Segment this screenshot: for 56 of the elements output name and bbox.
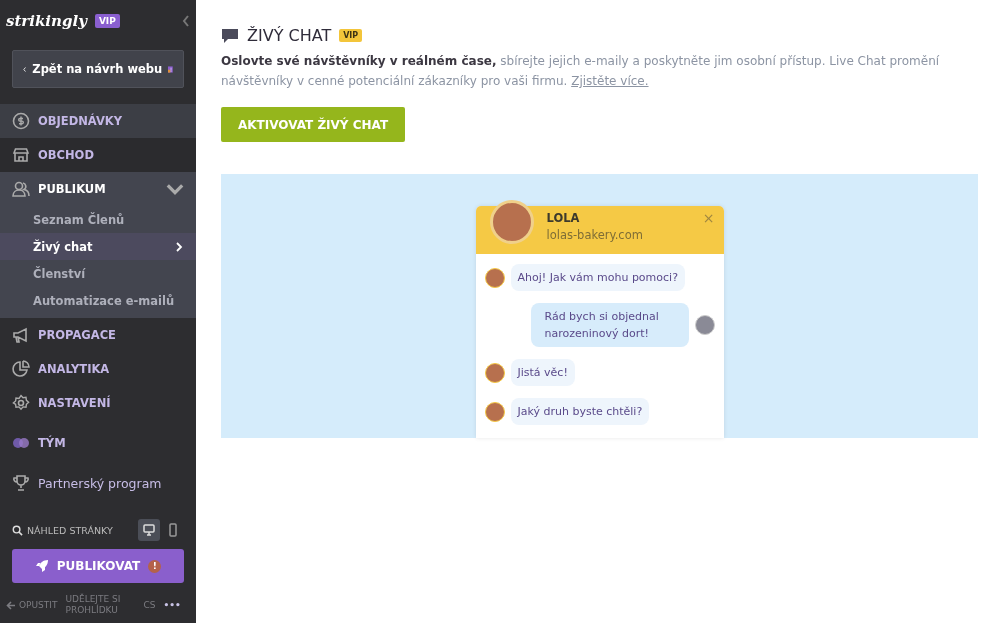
logo[interactable]: strikingly: [6, 12, 87, 30]
nav-item[interactable]: TÝM: [0, 426, 196, 460]
monitor-icon: [142, 523, 156, 537]
site-name: lolas-bakery.com: [546, 228, 643, 242]
nav-subitem[interactable]: Živý chat: [0, 233, 196, 260]
trophy-icon: [12, 474, 30, 492]
nav-item[interactable]: NASTAVENÍ: [0, 386, 196, 420]
avatar-circle: [489, 200, 534, 244]
phone-icon: [166, 523, 180, 537]
nav-item[interactable]: Partnerský program: [0, 466, 196, 500]
collapse-icon[interactable]: [182, 15, 190, 27]
nav-label: TÝM: [38, 436, 66, 450]
nav-subitem[interactable]: Členství: [0, 260, 196, 287]
vip-badge: VIP: [94, 14, 120, 28]
arrow-left-icon: [6, 600, 16, 610]
vip-badge: VIP: [339, 29, 363, 42]
agent-name: LOLA: [546, 211, 581, 225]
store-icon: [12, 146, 30, 164]
description: Oslovte své návštěvníky v reálném čase, sbírejte jejich e-maily a poskytněte jim osobní přístup. Live Chat promění návštěvníky v cenné potenciální zákazníky pro vaši firmu. Zjistěte více.: [221, 53, 941, 90]
page-title: ŽIVÝ CHAT: [247, 26, 332, 45]
nav-label: OBJEDNÁVKY: [38, 114, 123, 128]
megaphone-icon: [12, 326, 30, 344]
avatar-circle: [694, 315, 715, 335]
chat-message: Ahoj! Jak vám mohu pomoci?: [510, 264, 685, 291]
people-icon: [12, 180, 30, 198]
gear-icon: [12, 394, 30, 412]
warning-badge: !: [148, 559, 162, 573]
nav-item[interactable]: OBJEDNÁVKY: [0, 104, 196, 138]
publish-button[interactable]: PUBLIKOVAT !: [12, 549, 184, 583]
desktop-preview-button[interactable]: [138, 519, 160, 541]
nav-label: NASTAVENÍ: [38, 396, 111, 410]
pie-chart-icon: [12, 360, 30, 378]
nav-group[interactable]: PUBLIKUM: [0, 172, 196, 206]
avatar-circle: [484, 401, 505, 422]
nav-label: PROPAGACE: [38, 328, 116, 342]
chevron-icon: [174, 241, 184, 252]
nav-label: OBCHOD: [38, 148, 94, 162]
chat-icon: [221, 27, 239, 44]
nav-subitem[interactable]: Automatizace e-mailů: [0, 287, 196, 314]
nav-label: ANALYTIKA: [38, 362, 110, 376]
avatar-circle: [484, 267, 505, 288]
nav-item[interactable]: PROPAGACE: [0, 318, 196, 352]
chat-message: Jaký druh byste chtěli?: [510, 398, 650, 425]
more-button[interactable]: •••: [163, 600, 181, 610]
nav-subitem[interactable]: Seznam Členů: [0, 206, 196, 233]
chat-message: Jistá věc!: [510, 359, 575, 386]
dollar-icon: [12, 112, 30, 130]
nav-item[interactable]: ANALYTIKA: [0, 352, 196, 386]
avatar-circle: [484, 362, 505, 383]
preview-label: NÁHLED STRÁNKY: [27, 524, 113, 536]
rocket-icon: [34, 559, 49, 573]
back-button[interactable]: Zpět na návrh webu: [12, 50, 184, 88]
nav-label: Partnerský program: [38, 475, 162, 491]
nav-label: PUBLIKUM: [38, 182, 106, 196]
chat-message: Rád bych si objednal narozeninový dort!: [530, 303, 689, 347]
search-icon: [12, 524, 23, 536]
